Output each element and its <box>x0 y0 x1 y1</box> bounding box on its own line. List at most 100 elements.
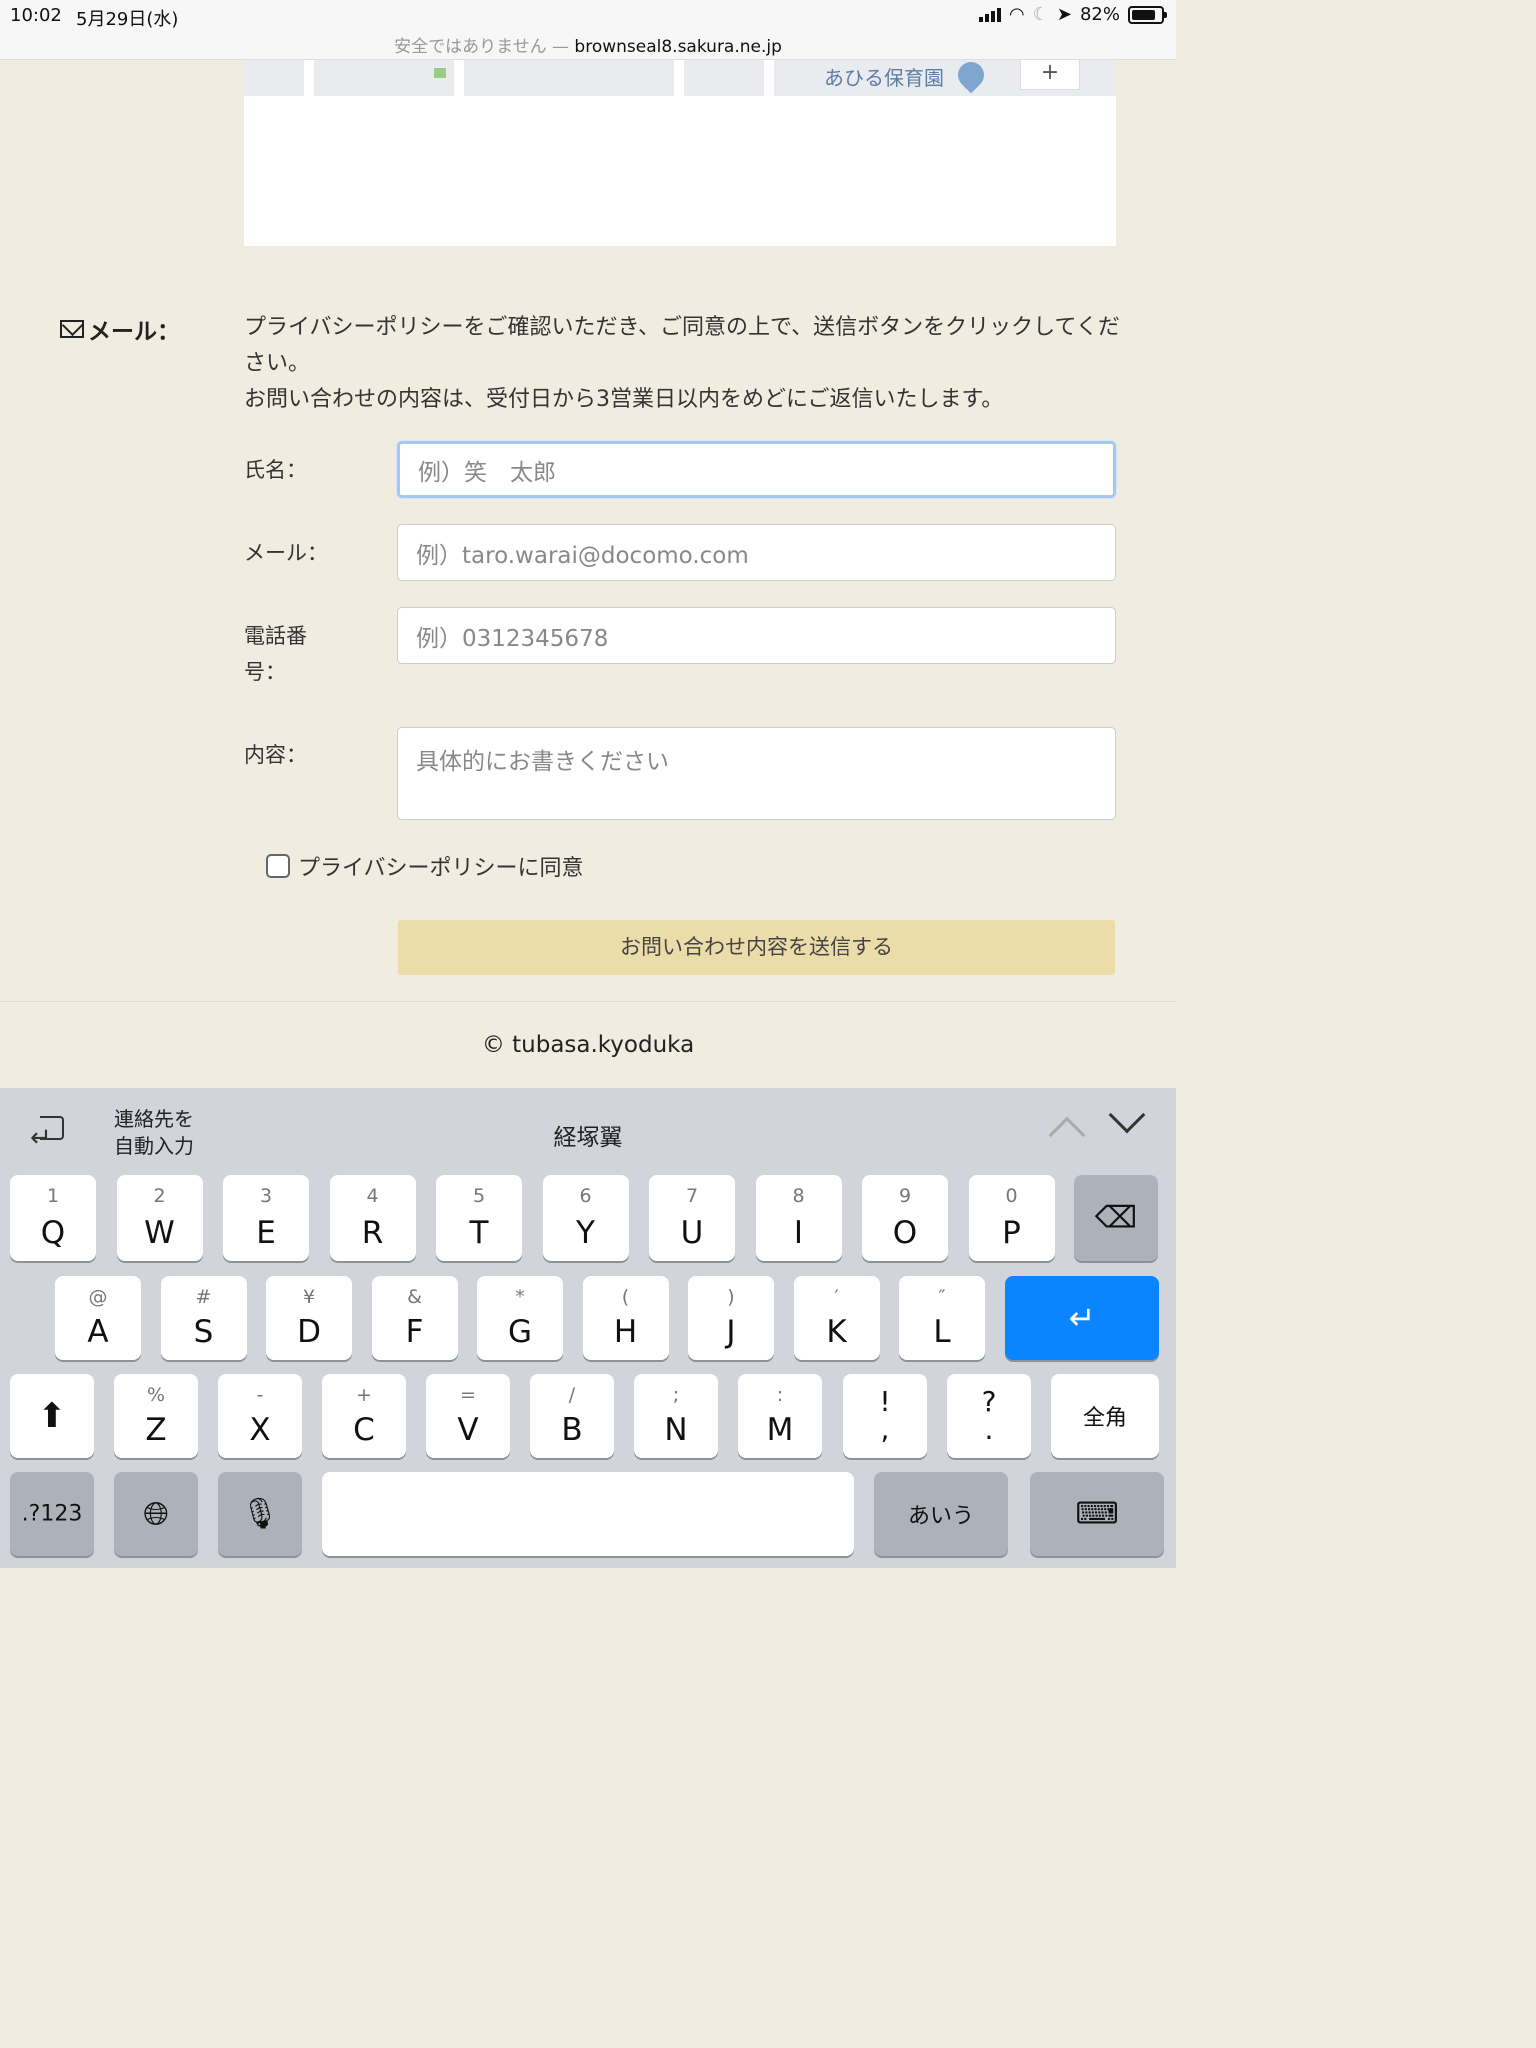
key-sub-label: ) <box>727 1286 735 1308</box>
contact-section-title: メール： <box>88 319 180 345</box>
phone-label: 電話番号： <box>244 624 307 684</box>
email-label: メール： <box>244 541 328 565</box>
key-label: K <box>826 1314 847 1350</box>
key-label: M <box>766 1412 794 1448</box>
key-d[interactable]: ¥ D <box>266 1276 352 1360</box>
dismiss-keyboard-key[interactable]: ⌨ <box>1030 1472 1164 1556</box>
map-tiles <box>244 60 1116 96</box>
exclamation-key[interactable]: !, <box>843 1374 927 1458</box>
key-s[interactable]: # S <box>160 1276 247 1360</box>
key-h[interactable]: (H <box>582 1276 669 1360</box>
delete-key[interactable]: ⌫ <box>1074 1175 1158 1261</box>
key-sub-label: = <box>460 1384 476 1406</box>
status-date: 5月29日(水) <box>76 9 179 30</box>
copyright: © tubasa.kyoduka <box>481 1032 695 1058</box>
key-label: L <box>933 1314 951 1350</box>
status-time: 10:02 <box>10 5 62 26</box>
keyboard-suggestion[interactable]: 経塚翼 <box>0 1118 1176 1152</box>
phone-placeholder: 例）0312345678 <box>416 625 609 652</box>
key-l[interactable]: ″ L <box>899 1276 985 1360</box>
key-label: Q <box>40 1215 66 1251</box>
key-f[interactable]: & F <box>371 1276 458 1360</box>
map-road <box>454 60 464 96</box>
name-placeholder: 例）笑 太郎 <box>418 459 556 486</box>
key-label: D <box>297 1314 321 1350</box>
key-r[interactable]: 4R <box>329 1175 416 1261</box>
key-sub-label: % <box>146 1384 166 1406</box>
numbers-key[interactable]: .?123 <box>10 1472 94 1556</box>
embedded-map[interactable]: あひる保育園 + <box>244 60 1116 246</box>
return-key[interactable]: ↵ <box>1005 1276 1159 1360</box>
footer-divider <box>0 1001 1176 1002</box>
key-b[interactable]: / B <box>530 1374 614 1458</box>
key-i[interactable]: 8I <box>755 1175 842 1261</box>
microphone-icon: 🎙︎ <box>240 1496 280 1532</box>
key-m[interactable]: :M <box>738 1374 822 1458</box>
kana-key[interactable]: あいう <box>874 1472 1008 1556</box>
key-label: C <box>353 1412 375 1448</box>
email-input[interactable]: 例）taro.warai@docomo.com <box>397 524 1116 581</box>
key-sub-label: + <box>356 1384 372 1406</box>
key-o[interactable]: 9O <box>862 1175 948 1261</box>
key-c[interactable]: + C <box>322 1374 406 1458</box>
privacy-agree[interactable]: プライバシーポリシーに同意 <box>266 850 584 882</box>
mail-icon <box>60 320 84 338</box>
map-road <box>304 60 314 96</box>
location-icon: ➤ <box>1056 4 1072 25</box>
status-bar: 10:02 5月29日(水) 安全ではありません — brownseal8.sa… <box>0 0 1176 60</box>
key-label: H <box>613 1314 638 1350</box>
key-k[interactable]: ′ K <box>793 1276 880 1360</box>
content-textarea[interactable]: 具体的にお書きください <box>397 727 1116 820</box>
key-label: O <box>892 1215 918 1251</box>
key-label: G <box>507 1314 533 1350</box>
key-v[interactable]: = V <box>426 1374 510 1458</box>
key-sub-label: 1 <box>46 1185 60 1207</box>
key-sub-label: 7 <box>685 1185 699 1207</box>
key-a[interactable]: @ A <box>55 1276 141 1360</box>
key-u[interactable]: 7U <box>649 1175 735 1261</box>
address-bar[interactable]: 安全ではありません — brownseal8.sakura.ne.jp <box>0 32 1176 57</box>
dictation-key[interactable]: 🎙︎ <box>218 1472 302 1556</box>
key-label: P <box>1002 1215 1021 1251</box>
key-g[interactable]: * G <box>477 1276 563 1360</box>
return-icon: ↵ <box>1068 1299 1096 1337</box>
keyboard-hide-icon: ⌨ <box>1075 1496 1119 1532</box>
privacy-agree-label: プライバシーポリシーに同意 <box>298 856 584 881</box>
contact-intro: プライバシーポリシーをご確認いただき、ご同意の上で、送信ボタンをクリックしてくだ… <box>244 310 1124 418</box>
key-y[interactable]: 6Y <box>542 1175 629 1261</box>
key-e[interactable]: 3E <box>223 1175 309 1261</box>
map-zoom-in-button[interactable]: + <box>1020 60 1080 90</box>
shift-icon: ⬆ <box>37 1396 67 1436</box>
key-label: U <box>680 1215 704 1251</box>
key-sub-label: & <box>407 1286 422 1308</box>
key-z[interactable]: % Z <box>114 1374 198 1458</box>
question-key[interactable]: ?. <box>947 1374 1031 1458</box>
key-sub-label: # <box>195 1286 212 1308</box>
key-sub-label: * <box>515 1286 525 1308</box>
privacy-checkbox[interactable] <box>266 854 290 878</box>
key-label: F <box>405 1314 424 1350</box>
shift-key[interactable]: ⬆ <box>10 1374 94 1458</box>
key-w[interactable]: 2W <box>116 1175 203 1261</box>
name-input[interactable]: 例）笑 太郎 <box>397 441 1116 498</box>
globe-key[interactable]: 🌐︎ <box>114 1472 198 1556</box>
key-sub-label: ¥ <box>302 1286 316 1308</box>
key-x[interactable]: -X <box>218 1374 302 1458</box>
map-place-label[interactable]: あひる保育園 <box>824 62 944 91</box>
key-label: S <box>193 1314 214 1350</box>
url-host: brownseal8.sakura.ne.jp <box>574 37 782 57</box>
key-n[interactable]: ; N <box>634 1374 718 1458</box>
key-label: B <box>561 1412 583 1448</box>
key-sub-label: ( <box>621 1286 630 1308</box>
content-placeholder: 具体的にお書きください <box>416 749 669 775</box>
submit-button[interactable]: お問い合わせ内容を送信する <box>398 920 1115 975</box>
key-p[interactable]: 0P <box>968 1175 1055 1261</box>
key-sub-label: 9 <box>898 1185 912 1207</box>
key-j[interactable]: ) J <box>688 1276 774 1360</box>
key-q[interactable]: 1Q <box>10 1175 96 1261</box>
zenkaku-key[interactable]: 全角 <box>1051 1374 1159 1458</box>
key-t[interactable]: 5T <box>436 1175 522 1261</box>
phone-input[interactable]: 例）0312345678 <box>397 607 1116 664</box>
space-key[interactable] <box>322 1472 854 1556</box>
email-placeholder: 例）taro.warai@docomo.com <box>416 542 749 569</box>
